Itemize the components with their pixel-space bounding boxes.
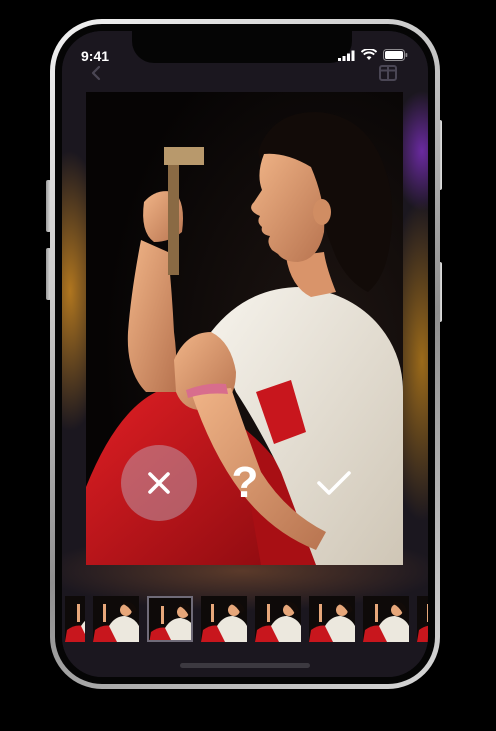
unsure-button[interactable]: ? (225, 457, 265, 509)
battery-icon (383, 49, 408, 61)
status-bar: 9:41 (62, 31, 428, 77)
check-icon (317, 471, 351, 495)
review-actions: ? (86, 445, 403, 521)
wifi-icon (361, 49, 377, 60)
unsure-label: ? (231, 458, 259, 507)
home-indicator (180, 663, 310, 668)
thumbnail-item[interactable] (147, 596, 193, 642)
thumbnail-item[interactable] (309, 596, 355, 642)
status-icons (338, 49, 408, 61)
device-mockup: 9:41 ? (0, 0, 496, 731)
compare-icon[interactable] (379, 65, 397, 81)
thumbnail-item[interactable] (417, 596, 428, 642)
signal-icon (338, 50, 355, 61)
app-screen: 9:41 ? (62, 31, 428, 677)
chevron-left-icon[interactable] (90, 65, 102, 81)
thumbnail-item[interactable] (363, 596, 409, 642)
status-time: 9:41 (81, 48, 110, 64)
notch (132, 31, 352, 63)
close-icon (148, 472, 170, 494)
thumbnail-item[interactable] (201, 596, 247, 642)
thumbnail-strip (62, 592, 428, 646)
thumbnail-item[interactable] (65, 596, 85, 642)
reject-button[interactable] (121, 445, 197, 521)
thumbnail-item[interactable] (93, 596, 139, 642)
accept-button[interactable] (310, 459, 358, 507)
thumbnail-item[interactable] (255, 596, 301, 642)
